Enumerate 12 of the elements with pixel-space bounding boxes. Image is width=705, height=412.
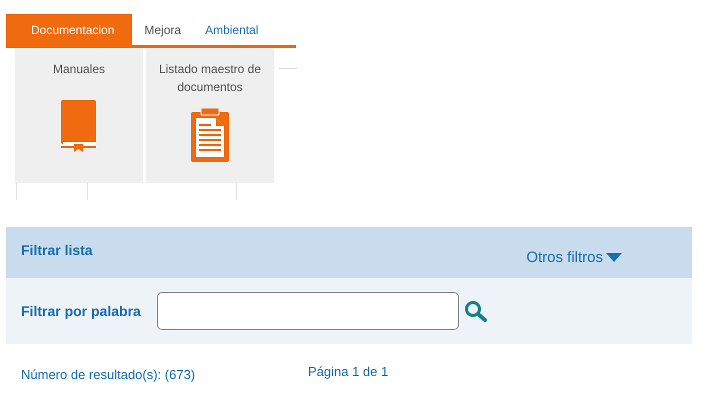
search-field[interactable] <box>156 292 459 330</box>
search-icon[interactable] <box>464 300 488 322</box>
book-icon <box>60 100 98 152</box>
other-filters-link[interactable]: Otros filtros <box>526 249 622 266</box>
menu-tile[interactable]: Manuales <box>15 48 143 183</box>
result-count: Número de resultado(s): (673) <box>21 367 196 382</box>
menu-tile[interactable]: Listado maestro de documentos <box>146 48 274 183</box>
field-label: Filtrar por palabra <box>21 303 141 319</box>
clipboard-icon <box>191 108 229 162</box>
page-indicator: Página 1 de 1 <box>308 364 388 381</box>
panel-title: Filtrar lista <box>21 242 93 258</box>
caret-icon <box>606 252 622 262</box>
